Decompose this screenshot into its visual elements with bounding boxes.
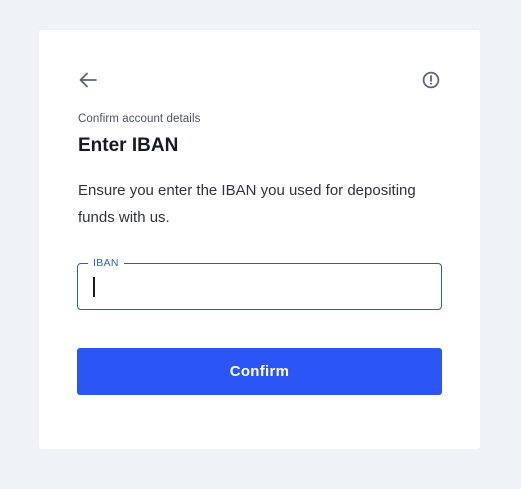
step-caption: Confirm account details — [78, 113, 201, 125]
page-title: Enter IBAN — [78, 135, 179, 156]
instruction-text: Ensure you enter the IBAN you used for d… — [78, 182, 416, 226]
back-button[interactable] — [77, 70, 99, 90]
info-button[interactable] — [421, 70, 441, 90]
text-cursor — [93, 277, 95, 297]
arrow-left-icon — [79, 72, 97, 88]
iban-input[interactable] — [86, 272, 431, 301]
iban-field-label: IBAN — [88, 256, 124, 270]
info-circle-icon — [422, 71, 440, 89]
account-details-card: Confirm account details Enter IBAN Ensur… — [39, 30, 480, 449]
iban-field[interactable]: IBAN — [77, 256, 442, 310]
confirm-button[interactable]: Confirm — [77, 348, 442, 395]
